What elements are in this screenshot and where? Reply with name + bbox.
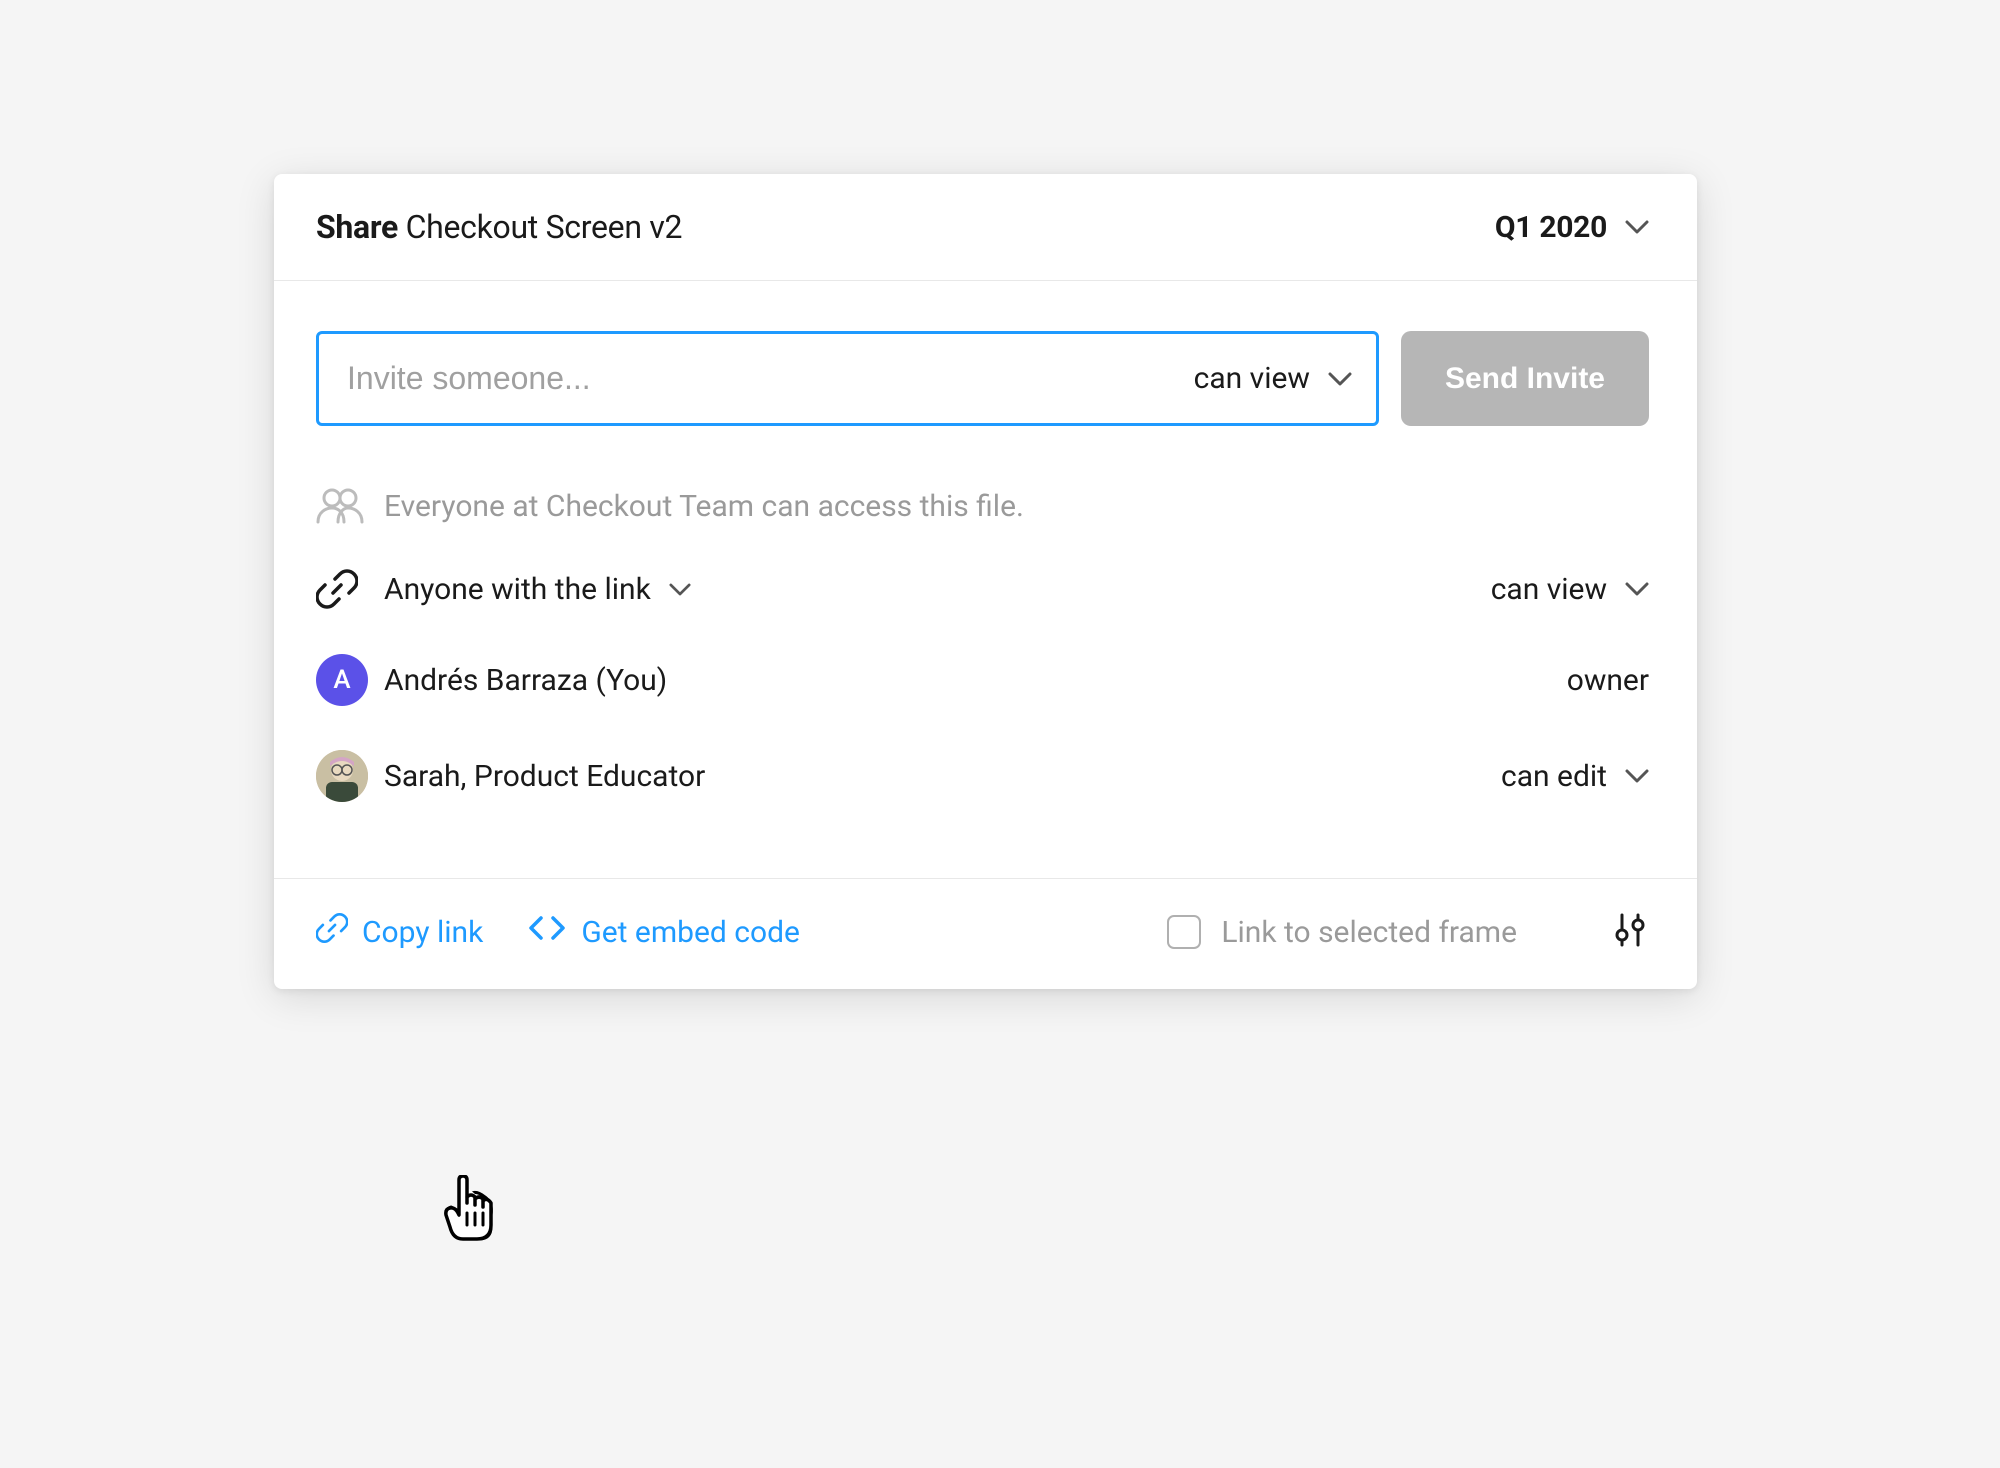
chevron-down-icon [1625, 769, 1649, 783]
chevron-down-icon [669, 583, 691, 596]
invite-permission-select[interactable]: can view [1194, 361, 1352, 396]
avatar-wrapper [316, 750, 384, 802]
member-name: Andrés Barraza (You) [384, 663, 1567, 698]
embed-code-button[interactable]: Get embed code [527, 914, 800, 950]
link-access-label: Anyone with the link [384, 572, 651, 607]
access-list: Everyone at Checkout Team can access thi… [274, 466, 1697, 878]
avatar [316, 750, 368, 802]
member-permission-select[interactable]: can edit [1501, 759, 1649, 794]
team-access-row: Everyone at Checkout Team can access thi… [316, 466, 1649, 546]
file-name: Checkout Screen v2 [406, 208, 683, 246]
team-access-label: Everyone at Checkout Team can access thi… [384, 489, 1649, 524]
invite-input[interactable] [347, 360, 1194, 397]
project-name: Q1 2020 [1495, 210, 1607, 245]
chevron-down-icon [1328, 372, 1352, 386]
modal-title: Share Checkout Screen v2 [316, 208, 682, 246]
member-permission-label: can edit [1501, 759, 1607, 794]
project-selector[interactable]: Q1 2020 [1495, 210, 1649, 245]
chevron-down-icon [1625, 582, 1649, 596]
code-icon [527, 914, 567, 950]
member-row: A Andrés Barraza (You) owner [316, 632, 1649, 728]
member-row: Sarah, Product Educator can edit [316, 728, 1649, 824]
copy-link-button[interactable]: Copy link [316, 912, 483, 952]
link-icon [316, 912, 348, 952]
send-invite-button[interactable]: Send Invite [1401, 331, 1649, 426]
chevron-down-icon [1625, 220, 1649, 234]
cursor-pointer-icon [441, 1175, 501, 1249]
link-access-selector[interactable]: Anyone with the link [384, 572, 1491, 607]
member-role: owner [1567, 663, 1649, 698]
invite-row: can view Send Invite [274, 281, 1697, 466]
link-to-frame-checkbox[interactable] [1167, 915, 1201, 949]
modal-footer: Copy link Get embed code Link to selecte… [274, 878, 1697, 989]
team-icon [316, 488, 384, 524]
link-permission-select[interactable]: can view [1491, 572, 1649, 607]
link-to-frame-group[interactable]: Link to selected frame [1167, 915, 1517, 950]
member-name: Sarah, Product Educator [384, 759, 1501, 794]
link-access-row: Anyone with the link can view [316, 546, 1649, 632]
share-modal: Share Checkout Screen v2 Q1 2020 can vie… [274, 174, 1697, 989]
share-prefix: Share [316, 208, 398, 246]
embed-code-label: Get embed code [581, 915, 800, 950]
link-to-frame-label: Link to selected frame [1221, 915, 1517, 950]
link-permission-label: can view [1491, 572, 1607, 607]
copy-link-label: Copy link [362, 915, 483, 950]
avatar: A [316, 654, 368, 706]
invite-permission-label: can view [1194, 361, 1310, 396]
link-icon [316, 568, 384, 610]
invite-input-container: can view [316, 331, 1379, 426]
settings-icon[interactable] [1611, 911, 1649, 953]
modal-header: Share Checkout Screen v2 Q1 2020 [274, 174, 1697, 281]
avatar-wrapper: A [316, 654, 384, 706]
